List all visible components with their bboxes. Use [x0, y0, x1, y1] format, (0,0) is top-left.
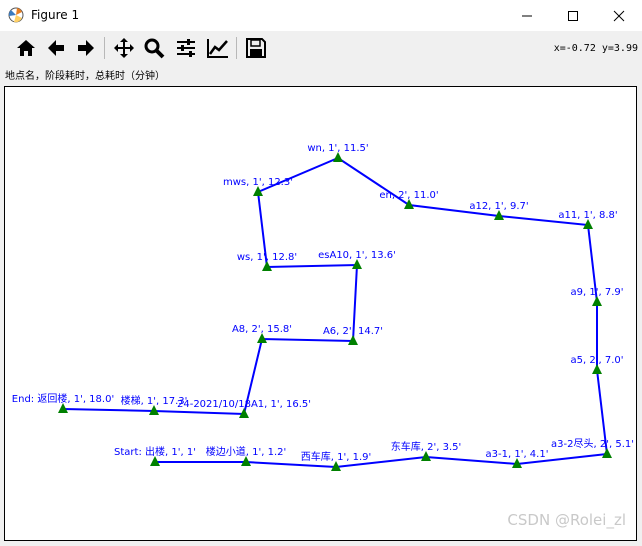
home-icon	[17, 40, 35, 56]
home-button[interactable]	[12, 35, 40, 61]
figure-title: 地点名，阶段耗时，总耗时（分钟）	[5, 71, 165, 82]
forward-button[interactable]	[72, 35, 100, 61]
route-point-label: a3-1, 1', 4.1'	[486, 449, 549, 460]
route-point-label: A6, 2', 14.7'	[323, 326, 383, 337]
navigation-toolbar: x=-0.72 y=3.99	[0, 31, 642, 65]
window-title: Figure 1	[31, 8, 80, 22]
close-button[interactable]	[596, 0, 642, 31]
route-point-label: esA10, 1', 13.6'	[318, 250, 396, 261]
plot-axes[interactable]: Start: 出楼, 1', 1' 楼边小道, 1', 1.2' 西车库, 1', …	[4, 86, 637, 541]
subplots-button[interactable]	[172, 35, 200, 61]
edit-curve-icon	[207, 39, 228, 58]
route-markers	[58, 152, 612, 471]
maximize-button[interactable]	[550, 0, 596, 31]
maximize-icon	[568, 10, 578, 21]
close-icon	[613, 10, 625, 21]
route-point-label: ws, 1', 12.8'	[237, 252, 297, 263]
edit-curve-button[interactable]	[204, 35, 232, 61]
pan-icon	[114, 38, 134, 58]
pan-button[interactable]	[110, 35, 138, 61]
back-icon	[48, 40, 64, 56]
minimize-icon	[522, 15, 532, 16]
matplotlib-logo-icon	[8, 7, 24, 23]
zoom-icon	[144, 38, 165, 59]
toolbar-separator	[236, 37, 237, 59]
route-point-label: wn, 1', 11.5'	[307, 143, 368, 154]
route-point-label: a3-2尽头, 2', 5.1'	[551, 438, 634, 450]
route-point-label: Start: 出楼, 1', 1'	[114, 445, 196, 458]
route-labels: Start: 出楼, 1', 1' 楼边小道, 1', 1.2' 西车库, 1', …	[12, 143, 634, 463]
route-chart[interactable]: Start: 出楼, 1', 1' 楼边小道, 1', 1.2' 西车库, 1', …	[5, 87, 636, 540]
route-point-label: a5, 2', 7.0'	[571, 355, 624, 366]
minimize-button[interactable]	[504, 0, 550, 31]
forward-icon	[78, 40, 94, 56]
route-point-label: 楼梯, 1', 17.3'	[121, 394, 188, 407]
route-point-label: 西车库, 1', 1.9'	[301, 450, 371, 463]
watermark: CSDN @Rolei_zl	[507, 511, 626, 529]
route-point-label: en, 2', 11.0'	[379, 190, 438, 201]
route-point-label: A8, 2', 15.8'	[232, 324, 292, 335]
route-point-label: End: 返回楼, 1', 18.0'	[12, 392, 114, 405]
route-point-label: a9, 1', 7.9'	[571, 287, 624, 298]
subplots-icon	[177, 39, 195, 57]
save-button[interactable]	[242, 35, 270, 61]
zoom-button[interactable]	[140, 35, 168, 61]
route-point-label: 24-2021/10/18A1, 1', 16.5'	[177, 399, 311, 410]
window-titlebar: Figure 1	[0, 0, 642, 31]
toolbar-separator	[104, 37, 105, 59]
route-point-label: mws, 1', 12.3'	[223, 177, 293, 188]
route-point-label: a11, 1', 8.8'	[558, 210, 617, 221]
route-point-label: 东车库, 2', 3.5'	[391, 440, 461, 453]
back-button[interactable]	[42, 35, 70, 61]
save-icon	[246, 38, 266, 58]
cursor-coordinates: x=-0.72 y=3.99	[553, 43, 638, 54]
route-point-label: a12, 1', 9.7'	[469, 201, 528, 212]
route-point-label: 楼边小道, 1', 1.2'	[206, 445, 286, 458]
